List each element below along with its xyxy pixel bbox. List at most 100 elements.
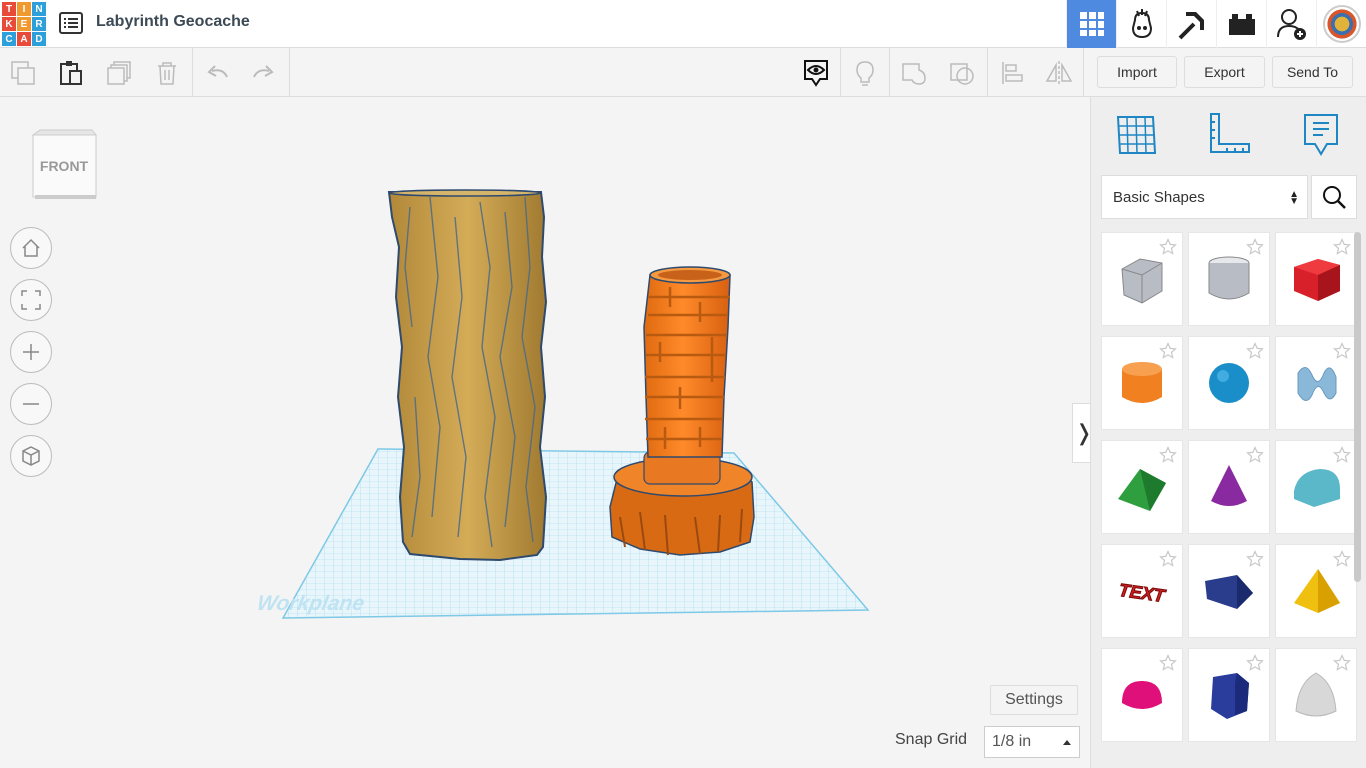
tree-trunk-cylinder[interactable] [387, 189, 548, 562]
favorite-star-icon[interactable] [1159, 342, 1177, 360]
shape-category-select[interactable]: Basic Shapes ▲ ▼ [1101, 175, 1308, 219]
settings-button[interactable]: Settings [990, 685, 1078, 715]
undo-button[interactable] [200, 56, 234, 90]
shape-tile[interactable] [1275, 648, 1357, 742]
logo-letter: K [2, 17, 16, 31]
favorite-star-icon[interactable] [1333, 446, 1351, 464]
3d-design-button[interactable] [1066, 0, 1116, 48]
send-to-button[interactable]: Send To [1272, 56, 1353, 88]
logo-letter: D [32, 32, 46, 46]
shape-thumbnail-icon [1294, 569, 1340, 613]
top-bar: TIN KER CAD Labyrinth Geocache [0, 0, 1366, 48]
light-bulb-button[interactable] [848, 56, 882, 90]
shape-tile[interactable] [1275, 232, 1357, 326]
favorite-star-icon[interactable] [1333, 550, 1351, 568]
delete-icon [158, 62, 176, 85]
codeblocks-button[interactable] [1116, 0, 1166, 48]
group-button[interactable] [897, 56, 931, 90]
snap-grid-value: 1/8 in [992, 733, 1032, 750]
updown-arrow-icon: ▲ ▼ [1289, 189, 1299, 207]
dropdown-arrow-icon [1063, 740, 1071, 745]
shape-tile[interactable] [1188, 544, 1270, 638]
delete-button[interactable] [150, 56, 184, 90]
codeblocks-icon [1131, 9, 1152, 39]
copy-icon [11, 61, 35, 85]
align-button[interactable] [995, 56, 1029, 90]
favorite-star-icon[interactable] [1246, 238, 1264, 256]
shape-tile[interactable] [1275, 544, 1357, 638]
favorite-star-icon[interactable] [1333, 654, 1351, 672]
redo-button[interactable] [247, 56, 281, 90]
grid-tab[interactable] [1114, 111, 1158, 157]
design-list-button[interactable] [58, 10, 84, 36]
shape-thumbnail-icon [1294, 259, 1340, 301]
favorite-star-icon[interactable] [1333, 342, 1351, 360]
shape-thumbnail-icon [1295, 672, 1337, 717]
copy-button[interactable] [6, 56, 40, 90]
shape-tile[interactable] [1188, 440, 1270, 534]
shape-thumbnail-icon [1118, 469, 1166, 511]
favorite-star-icon[interactable] [1246, 446, 1264, 464]
design-title[interactable]: Labyrinth Geocache [96, 13, 250, 31]
favorite-star-icon[interactable] [1159, 238, 1177, 256]
import-button[interactable]: Import [1097, 56, 1177, 88]
favorite-star-icon[interactable] [1159, 654, 1177, 672]
workplane[interactable]: Workplane [255, 448, 870, 619]
list-icon [59, 12, 83, 34]
notes-tab[interactable] [1299, 111, 1343, 157]
snap-grid-select[interactable]: 1/8 in [984, 726, 1080, 758]
shape-tile[interactable] [1101, 440, 1183, 534]
favorite-star-icon[interactable] [1246, 342, 1264, 360]
shape-tile[interactable] [1188, 336, 1270, 430]
panel-scrollbar[interactable] [1354, 232, 1361, 582]
shape-tile[interactable] [1188, 232, 1270, 326]
edit-toolbar: Import Export Send To [0, 48, 1366, 97]
shape-thumbnail-icon [1209, 363, 1249, 403]
light-bulb-icon [856, 61, 874, 86]
shape-category-value: Basic Shapes [1113, 188, 1205, 206]
ruler-icon [1210, 113, 1250, 153]
favorite-star-icon[interactable] [1246, 654, 1264, 672]
minecraft-button[interactable] [1166, 0, 1216, 48]
logo-letter: R [32, 17, 46, 31]
paste-button[interactable] [54, 56, 88, 90]
labyrinth-tower[interactable] [609, 266, 755, 556]
favorite-star-icon[interactable] [1159, 446, 1177, 464]
favorite-star-icon[interactable] [1159, 550, 1177, 568]
shape-tile[interactable] [1275, 336, 1357, 430]
ungroup-button[interactable] [945, 56, 979, 90]
mirror-icon [1045, 61, 1073, 85]
add-user-button[interactable] [1266, 0, 1316, 48]
ungroup-icon [950, 63, 974, 85]
svg-text:TEXT: TEXT [1118, 580, 1168, 606]
logo-letter: I [17, 2, 31, 16]
shape-tile[interactable] [1275, 440, 1357, 534]
shape-thumbnail-icon [1205, 575, 1253, 609]
3d-scene[interactable]: Workplane [0, 97, 1090, 768]
logo-letter: N [32, 2, 46, 16]
shape-thumbnail-icon [1122, 362, 1162, 403]
shape-tile[interactable] [1101, 648, 1183, 742]
shape-tile[interactable]: TEXT [1101, 544, 1183, 638]
lego-button[interactable] [1216, 0, 1266, 48]
notes-icon [1304, 114, 1338, 156]
top-nav [1066, 0, 1366, 48]
favorite-star-icon[interactable] [1246, 550, 1264, 568]
shape-tile[interactable] [1101, 336, 1183, 430]
favorite-star-icon[interactable] [1333, 238, 1351, 256]
search-icon [1323, 186, 1346, 209]
user-profile-button[interactable] [1316, 0, 1366, 48]
shape-tile[interactable] [1101, 232, 1183, 326]
export-button[interactable]: Export [1184, 56, 1265, 88]
shape-tile[interactable] [1188, 648, 1270, 742]
3d-workspace[interactable]: FRONT Workplane ❭ Settings Snap Grid 1/8… [0, 97, 1096, 768]
notes-eye-icon [804, 60, 828, 87]
duplicate-button[interactable] [102, 56, 136, 90]
mirror-button[interactable] [1042, 56, 1076, 90]
logo-letter: E [17, 17, 31, 31]
tinkercad-logo[interactable]: TIN KER CAD [2, 2, 46, 46]
notes-visibility-button[interactable] [799, 56, 833, 90]
ruler-tab[interactable] [1207, 111, 1251, 157]
shape-thumbnail-icon [1208, 256, 1250, 300]
shape-search-button[interactable] [1311, 175, 1357, 219]
